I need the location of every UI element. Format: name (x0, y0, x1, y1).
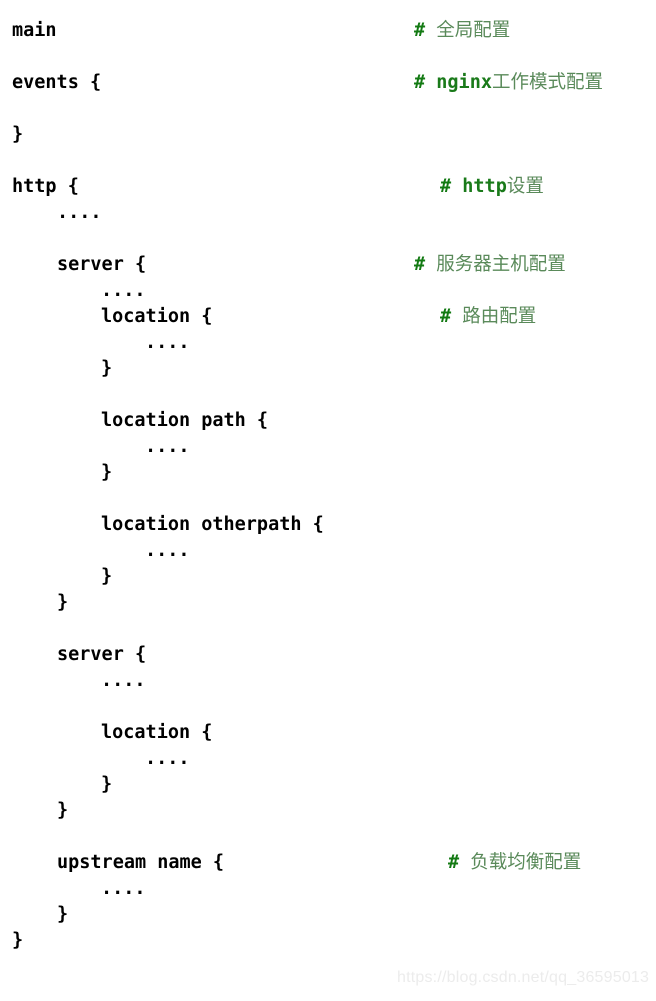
code-text: location { (101, 722, 213, 743)
code-text: } (57, 800, 69, 821)
code-line: .... (0, 434, 656, 460)
code-line: .... (0, 200, 656, 226)
code-line: location otherpath { (0, 512, 656, 538)
code-line: .... (0, 876, 656, 902)
comment-label: 负载均衡配置 (470, 852, 582, 873)
code-line: location { (0, 720, 656, 746)
comment-hash-icon: # (414, 72, 426, 93)
code-text: upstream name { (57, 852, 225, 873)
code-text: location otherpath { (101, 514, 324, 535)
comment-hash-icon: # (440, 176, 452, 197)
code-comment: # 负载均衡配置 (448, 850, 581, 876)
code-line: location { # 路由配置 (0, 304, 656, 330)
code-comment: # 服务器主机配置 (414, 252, 566, 278)
code-comment: # 全局配置 (414, 18, 510, 44)
code-line: } (0, 772, 656, 798)
code-line: } (0, 798, 656, 824)
code-text: } (101, 774, 113, 795)
code-text: .... (101, 280, 146, 301)
comment-hash-icon: # (448, 852, 460, 873)
code-text: .... (101, 878, 146, 899)
comment-label: 工作模式配置 (491, 72, 603, 93)
code-text: location { (101, 306, 213, 327)
nginx-config-code-block: main # 全局配置 events { # nginx工作模式配置} http { # … (0, 0, 656, 1001)
code-text: .... (57, 202, 102, 223)
code-text: server { (57, 254, 147, 275)
comment-hash-icon: # (414, 20, 426, 41)
code-line: .... (0, 668, 656, 694)
comment-hash-icon: # (414, 254, 426, 275)
code-comment: # http设置 (440, 174, 544, 200)
comment-label: 服务器主机配置 (436, 254, 566, 275)
comment-keyword: http (462, 176, 507, 197)
code-line: } (0, 590, 656, 616)
code-text: .... (101, 670, 146, 691)
code-text: events { (12, 72, 102, 93)
code-line: .... (0, 278, 656, 304)
code-line: .... (0, 538, 656, 564)
code-line: } (0, 356, 656, 382)
code-line: server { # 服务器主机配置 (0, 252, 656, 278)
code-line: .... (0, 746, 656, 772)
watermark-text: https://blog.csdn.net/qq_36595013 (397, 969, 650, 986)
code-line: main # 全局配置 (0, 18, 656, 44)
comment-hash-icon: # (440, 306, 452, 327)
code-text: http { (12, 176, 79, 197)
code-text: location path { (101, 410, 269, 431)
comment-keyword: nginx (436, 72, 492, 93)
code-line: upstream name { # 负载均衡配置 (0, 850, 656, 876)
code-text: } (101, 462, 113, 483)
code-line: server { (0, 642, 656, 668)
comment-label: 全局配置 (436, 20, 511, 41)
code-text: } (12, 930, 24, 951)
code-line: } (0, 460, 656, 486)
code-comment: # nginx工作模式配置 (414, 70, 603, 96)
code-text: server { (57, 644, 147, 665)
code-text: } (101, 358, 113, 379)
code-text: .... (145, 748, 190, 769)
code-text: } (12, 124, 24, 145)
code-line: events { # nginx工作模式配置 (0, 70, 656, 96)
code-text: } (57, 592, 69, 613)
code-comment: # 路由配置 (440, 304, 536, 330)
comment-label: 设置 (506, 176, 544, 197)
code-text: .... (145, 540, 190, 561)
code-line: location path { (0, 408, 656, 434)
code-line: http { # http设置 (0, 174, 656, 200)
code-text: } (57, 904, 69, 925)
code-line: .... (0, 330, 656, 356)
code-text: .... (145, 436, 190, 457)
code-line: } (0, 928, 656, 954)
code-text: .... (145, 332, 190, 353)
comment-label: 路由配置 (462, 306, 537, 327)
code-line: } (0, 122, 656, 148)
code-line: } (0, 902, 656, 928)
code-line: } (0, 564, 656, 590)
code-text: } (101, 566, 113, 587)
code-text: main (12, 20, 57, 41)
